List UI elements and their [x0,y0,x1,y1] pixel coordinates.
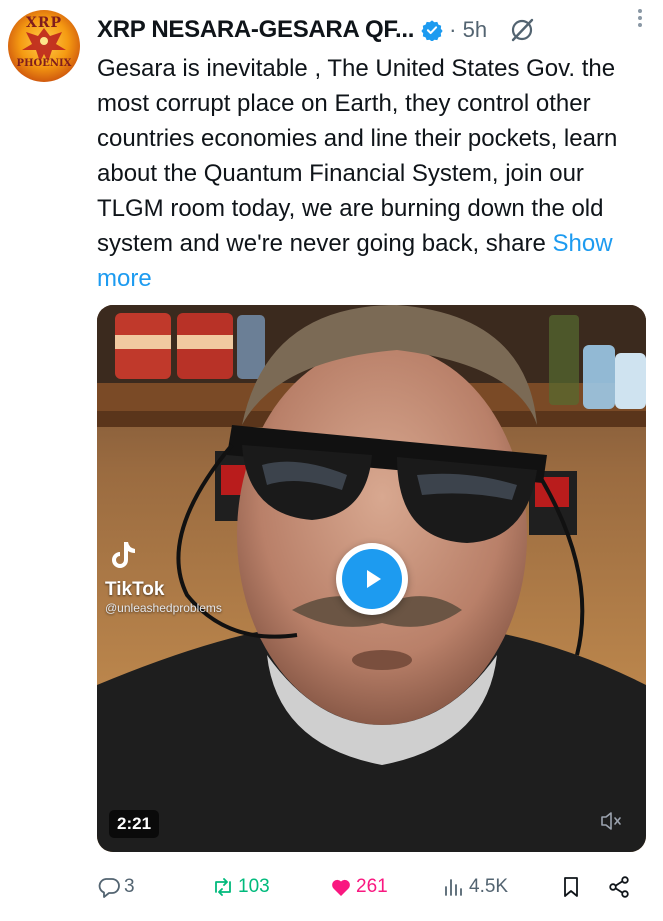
reply-button[interactable]: 3 [97,875,135,899]
reply-count: 3 [124,876,135,897]
play-button[interactable] [336,543,408,615]
tiktok-brand: TikTok [105,579,165,600]
avatar-top-text: XRP [25,15,63,31]
repost-count: 103 [238,876,270,897]
bookmark-button[interactable] [559,875,583,899]
repost-icon [215,878,231,896]
like-button[interactable]: 261 [329,875,388,899]
tiktok-watermark: TikTok @unleashedproblems [105,538,222,615]
views-button[interactable]: 4.5K [442,875,508,899]
muted-speaker-icon[interactable] [598,808,624,834]
share-icon [609,876,629,898]
repost-button[interactable]: 103 [211,875,270,899]
video-player[interactable]: TikTok @unleashedproblems 2:21 [97,305,646,852]
post-body: Gesara is inevitable , The United States… [97,55,618,257]
verified-badge-icon [421,20,443,41]
avatar-bottom-text: PHOENIX [16,58,72,69]
author-avatar[interactable]: XRP PHOENIX [8,10,80,82]
tiktok-logo-icon [112,542,135,568]
post-text: Gesara is inevitable , The United States… [97,51,652,296]
grok-icon[interactable] [509,17,535,43]
post-time[interactable]: · 5h [449,17,487,43]
reply-icon [98,878,120,898]
heart-icon [332,879,350,896]
like-count: 261 [356,876,388,897]
bookmark-icon [564,877,578,897]
more-options-icon[interactable] [637,6,643,30]
play-icon [342,549,402,609]
analytics-icon [445,879,462,896]
author-name[interactable]: XRP NESARA-GESARA QF... [97,16,414,44]
post-header: XRP NESARA-GESARA QF... · 5h [97,12,653,48]
action-bar: 3 103 261 4.5K [97,870,642,904]
share-button[interactable] [607,875,631,899]
tiktok-handle: @unleashedproblems [105,601,222,615]
views-count: 4.5K [469,876,509,897]
video-duration: 2:21 [109,810,160,838]
